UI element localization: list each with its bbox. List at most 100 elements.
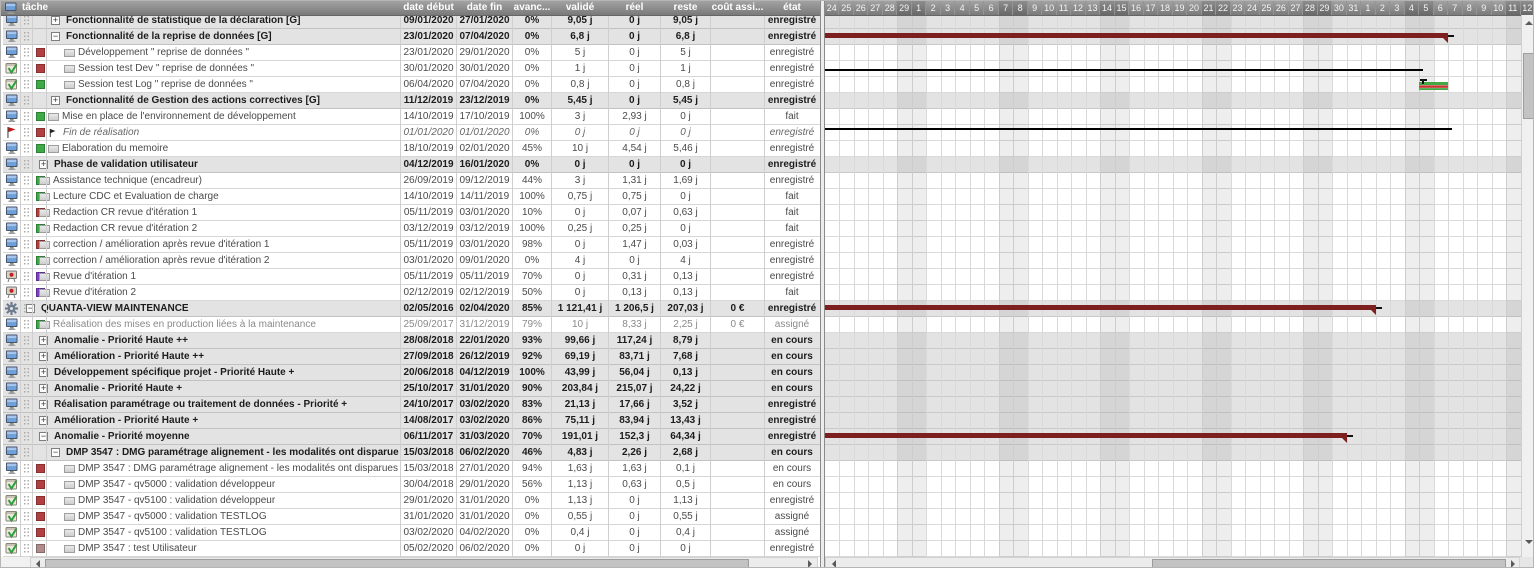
cell-reste[interactable]: 0,55 j xyxy=(661,509,710,525)
cell-etat[interactable]: enregistré xyxy=(765,269,819,285)
day-header-cell[interactable]: 18 xyxy=(1158,1,1172,15)
cell-fin[interactable]: 27/01/2020 xyxy=(457,461,512,477)
cell-etat[interactable]: enregistré xyxy=(765,301,819,317)
row-drag-handle[interactable] xyxy=(23,47,30,58)
cell-reel[interactable]: 0 j xyxy=(609,493,660,509)
expand-toggle[interactable]: + xyxy=(51,96,60,105)
day-header-cell[interactable]: 1 xyxy=(1361,1,1375,15)
cell-etat[interactable]: enregistré xyxy=(765,493,819,509)
task-row[interactable]: Redaction CR revue d'itération 105/11/20… xyxy=(3,205,820,221)
task-row[interactable]: +Amélioration - Priorité Haute ++27/09/2… xyxy=(3,349,820,365)
day-header-cell[interactable]: 16 xyxy=(1129,1,1143,15)
day-header-cell[interactable]: 12 xyxy=(1521,1,1534,15)
row-drag-handle[interactable] xyxy=(23,511,30,522)
task-row[interactable]: DMP 3547 : DMG paramétrage alignement - … xyxy=(3,461,820,477)
cell-reste[interactable]: 5,45 j xyxy=(661,93,710,109)
cell-reel[interactable]: 0 j xyxy=(609,77,660,93)
row-drag-handle[interactable] xyxy=(23,79,30,90)
cell-etat[interactable]: enregistré xyxy=(765,253,819,269)
cell-cout[interactable] xyxy=(711,29,764,45)
cell-fin[interactable]: 17/10/2019 xyxy=(457,109,512,125)
cell-avanc[interactable]: 0% xyxy=(513,29,551,45)
cell-etat[interactable]: fait xyxy=(765,285,819,301)
cell-etat[interactable]: en cours xyxy=(765,333,819,349)
cell-etat[interactable]: assigné xyxy=(765,525,819,541)
cell-reste[interactable]: 8,79 j xyxy=(661,333,710,349)
column-header-cout[interactable]: coût assi... xyxy=(711,1,764,15)
cell-valide[interactable]: 1,13 j xyxy=(552,493,608,509)
row-drag-handle[interactable] xyxy=(23,159,30,170)
day-header-cell[interactable]: 21 xyxy=(1202,1,1216,15)
cell-cout[interactable] xyxy=(711,349,764,365)
task-row[interactable]: +Fonctionnalité de Gestion des actions c… xyxy=(3,93,820,109)
cell-valide[interactable]: 0,4 j xyxy=(552,525,608,541)
cell-reste[interactable]: 24,22 j xyxy=(661,381,710,397)
cell-valide[interactable]: 0,8 j xyxy=(552,77,608,93)
cell-cout[interactable] xyxy=(711,221,764,237)
gantt-horizontal-scrollbar[interactable] xyxy=(825,557,1520,568)
cell-avanc[interactable]: 92% xyxy=(513,349,551,365)
cell-avanc[interactable]: 90% xyxy=(513,381,551,397)
cell-avanc[interactable]: 100% xyxy=(513,189,551,205)
row-drag-handle[interactable] xyxy=(23,383,30,394)
gantt-summary-bar[interactable] xyxy=(825,305,1376,310)
cell-avanc[interactable]: 70% xyxy=(513,269,551,285)
cell-valide[interactable]: 10 j xyxy=(552,317,608,333)
table-horizontal-scrollbar[interactable] xyxy=(30,557,818,568)
cell-debut[interactable]: 25/09/2017 xyxy=(401,317,456,333)
cell-reste[interactable]: 4 j xyxy=(661,253,710,269)
row-drag-handle[interactable] xyxy=(23,143,30,154)
cell-debut[interactable]: 14/10/2019 xyxy=(401,109,456,125)
cell-debut[interactable]: 05/11/2019 xyxy=(401,269,456,285)
cell-cout[interactable] xyxy=(711,205,764,221)
cell-reste[interactable]: 0,1 j xyxy=(661,461,710,477)
row-drag-handle[interactable] xyxy=(23,111,30,122)
cell-cout[interactable] xyxy=(711,45,764,61)
cell-cout[interactable] xyxy=(711,109,764,125)
cell-fin[interactable]: 31/01/2020 xyxy=(457,381,512,397)
cell-reel[interactable]: 83,71 j xyxy=(609,349,660,365)
cell-reste[interactable]: 0 j xyxy=(661,189,710,205)
cell-etat[interactable]: fait xyxy=(765,221,819,237)
row-drag-handle[interactable] xyxy=(23,63,30,74)
cell-reel[interactable]: 0 j xyxy=(609,45,660,61)
task-row[interactable]: +Anomalie - Priorité Haute +25/10/201731… xyxy=(3,381,820,397)
day-header-cell[interactable]: 30 xyxy=(1332,1,1346,15)
expand-toggle[interactable]: − xyxy=(26,304,35,313)
task-row[interactable]: Assistance technique (encadreur)26/09/20… xyxy=(3,173,820,189)
day-header-cell[interactable]: 14 xyxy=(1100,1,1114,15)
column-header-valide[interactable]: validé xyxy=(552,1,608,15)
cell-etat[interactable]: en cours xyxy=(765,381,819,397)
cell-reel[interactable]: 152,3 j xyxy=(609,429,660,445)
cell-avanc[interactable]: 45% xyxy=(513,141,551,157)
task-row[interactable]: Elaboration du memoire18/10/201902/01/20… xyxy=(3,141,820,157)
cell-reel[interactable]: 0,13 j xyxy=(609,285,660,301)
cell-debut[interactable]: 30/04/2018 xyxy=(401,477,456,493)
cell-valide[interactable]: 21,13 j xyxy=(552,397,608,413)
cell-debut[interactable]: 29/01/2020 xyxy=(401,493,456,509)
cell-reel[interactable]: 0 j xyxy=(609,93,660,109)
cell-etat[interactable]: enregistré xyxy=(765,173,819,189)
cell-fin[interactable]: 02/01/2020 xyxy=(457,141,512,157)
cell-reel[interactable]: 117,24 j xyxy=(609,333,660,349)
row-drag-handle[interactable] xyxy=(23,463,30,474)
cell-fin[interactable]: 07/04/2020 xyxy=(457,77,512,93)
day-header-cell[interactable]: 29 xyxy=(897,1,911,15)
task-row[interactable]: Mise en place de l'environnement de déve… xyxy=(3,109,820,125)
cell-cout[interactable] xyxy=(711,157,764,173)
cell-cout[interactable] xyxy=(711,381,764,397)
cell-debut[interactable]: 23/01/2020 xyxy=(401,29,456,45)
cell-etat[interactable]: enregistré xyxy=(765,61,819,77)
cell-valide[interactable]: 0 j xyxy=(552,205,608,221)
cell-avanc[interactable]: 70% xyxy=(513,429,551,445)
cell-valide[interactable]: 0 j xyxy=(552,157,608,173)
day-header-cell[interactable]: 27 xyxy=(868,1,882,15)
cell-reel[interactable]: 0 j xyxy=(609,541,660,557)
row-drag-handle[interactable] xyxy=(23,479,30,490)
cell-reste[interactable]: 0 j xyxy=(661,221,710,237)
cell-valide[interactable]: 0 j xyxy=(552,285,608,301)
task-row[interactable]: −Anomalie - Priorité moyenne06/11/201731… xyxy=(3,429,820,445)
cell-fin[interactable]: 31/01/2020 xyxy=(457,493,512,509)
cell-debut[interactable]: 02/12/2019 xyxy=(401,285,456,301)
cell-reel[interactable]: 2,93 j xyxy=(609,109,660,125)
